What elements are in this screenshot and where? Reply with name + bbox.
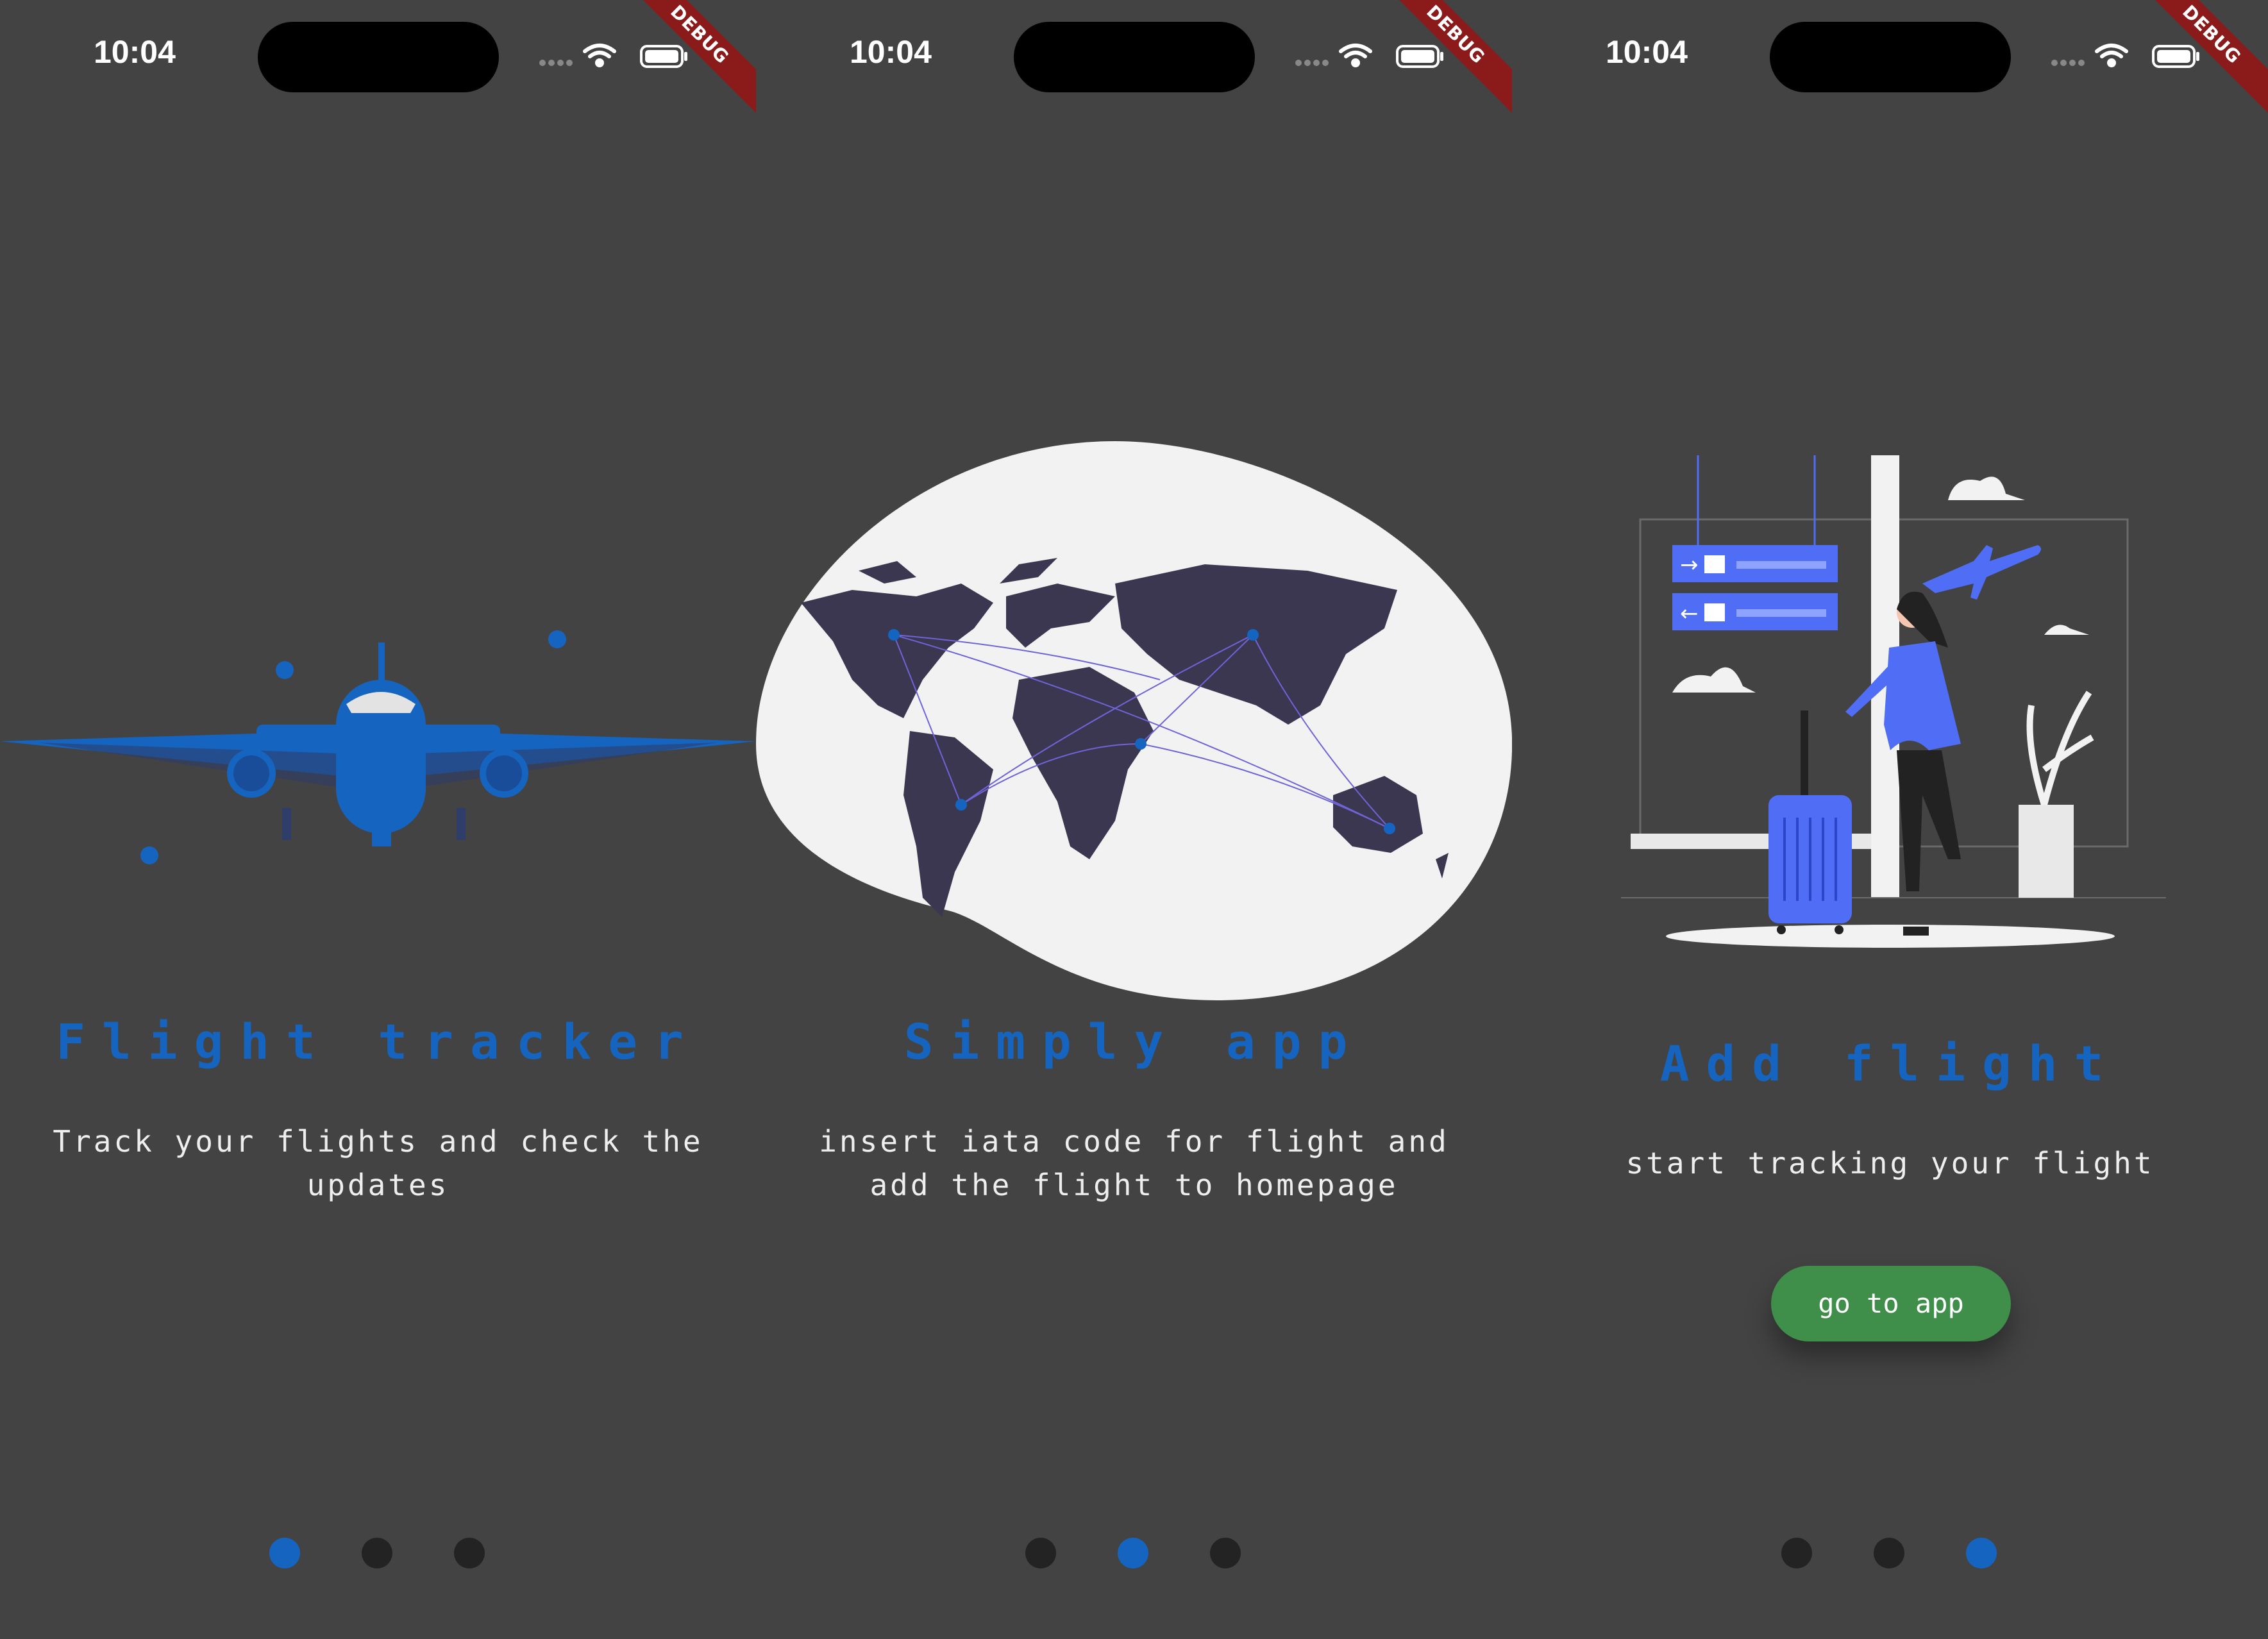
onboarding-page-1: 10:04 DEBUG Flight tracker Track your fl… [0, 0, 756, 1639]
status-icons [2051, 44, 2199, 68]
battery-icon [1396, 45, 1443, 68]
onboarding-page-2: 10:04 DEBUG Simply app insert iata code … [756, 0, 1512, 1639]
battery-icon [2152, 45, 2199, 68]
page-description: Track your flights and check the updates [53, 1124, 703, 1202]
page-dot-1[interactable] [269, 1538, 300, 1568]
status-icons [1295, 44, 1443, 68]
signal-icon [2051, 60, 2085, 66]
status-time: 10:04 [850, 34, 932, 70]
page-dot-2[interactable] [1874, 1538, 1904, 1568]
page-dot-3[interactable] [454, 1538, 485, 1568]
svg-text:→: → [1680, 552, 1699, 578]
onboarding-page-3: 10:04 DEBUG → ← Add flight start trackin… [1512, 0, 2268, 1639]
wifi-icon [583, 44, 616, 67]
go-to-app-button[interactable]: go to app [1771, 1266, 2011, 1341]
battery-icon [640, 45, 687, 68]
dynamic-island [258, 22, 499, 92]
page-indicator [756, 1538, 1512, 1570]
page-indicator [0, 1538, 756, 1570]
wifi-icon [1339, 44, 1372, 67]
page-title: Simply app [903, 1013, 1365, 1070]
page-dot-1[interactable] [1025, 1538, 1056, 1568]
airplane-illustration [0, 630, 756, 864]
dynamic-island [1014, 22, 1255, 92]
svg-text:←: ← [1680, 601, 1699, 626]
page-description: insert iata code for flight and add the … [819, 1124, 1449, 1202]
page-dot-3[interactable] [1210, 1538, 1241, 1568]
page-description: start tracking your flight [1625, 1146, 2155, 1181]
status-time: 10:04 [94, 34, 176, 70]
page-indicator [1512, 1538, 2268, 1570]
signal-icon [539, 60, 573, 66]
page-title: Flight tracker [56, 1013, 700, 1070]
traveler-illustration: → ← [1621, 455, 2166, 948]
status-icons [539, 44, 687, 68]
page-dot-2[interactable] [362, 1538, 392, 1568]
page-dot-3[interactable] [1966, 1538, 1997, 1568]
dynamic-island [1770, 22, 2011, 92]
world-map-illustration [756, 441, 1512, 1000]
page-dot-2[interactable] [1118, 1538, 1148, 1568]
signal-icon [1295, 60, 1329, 66]
page-title: Add flight [1659, 1035, 2121, 1092]
status-time: 10:04 [1606, 34, 1688, 70]
page-dot-1[interactable] [1781, 1538, 1812, 1568]
wifi-icon [2095, 44, 2128, 67]
